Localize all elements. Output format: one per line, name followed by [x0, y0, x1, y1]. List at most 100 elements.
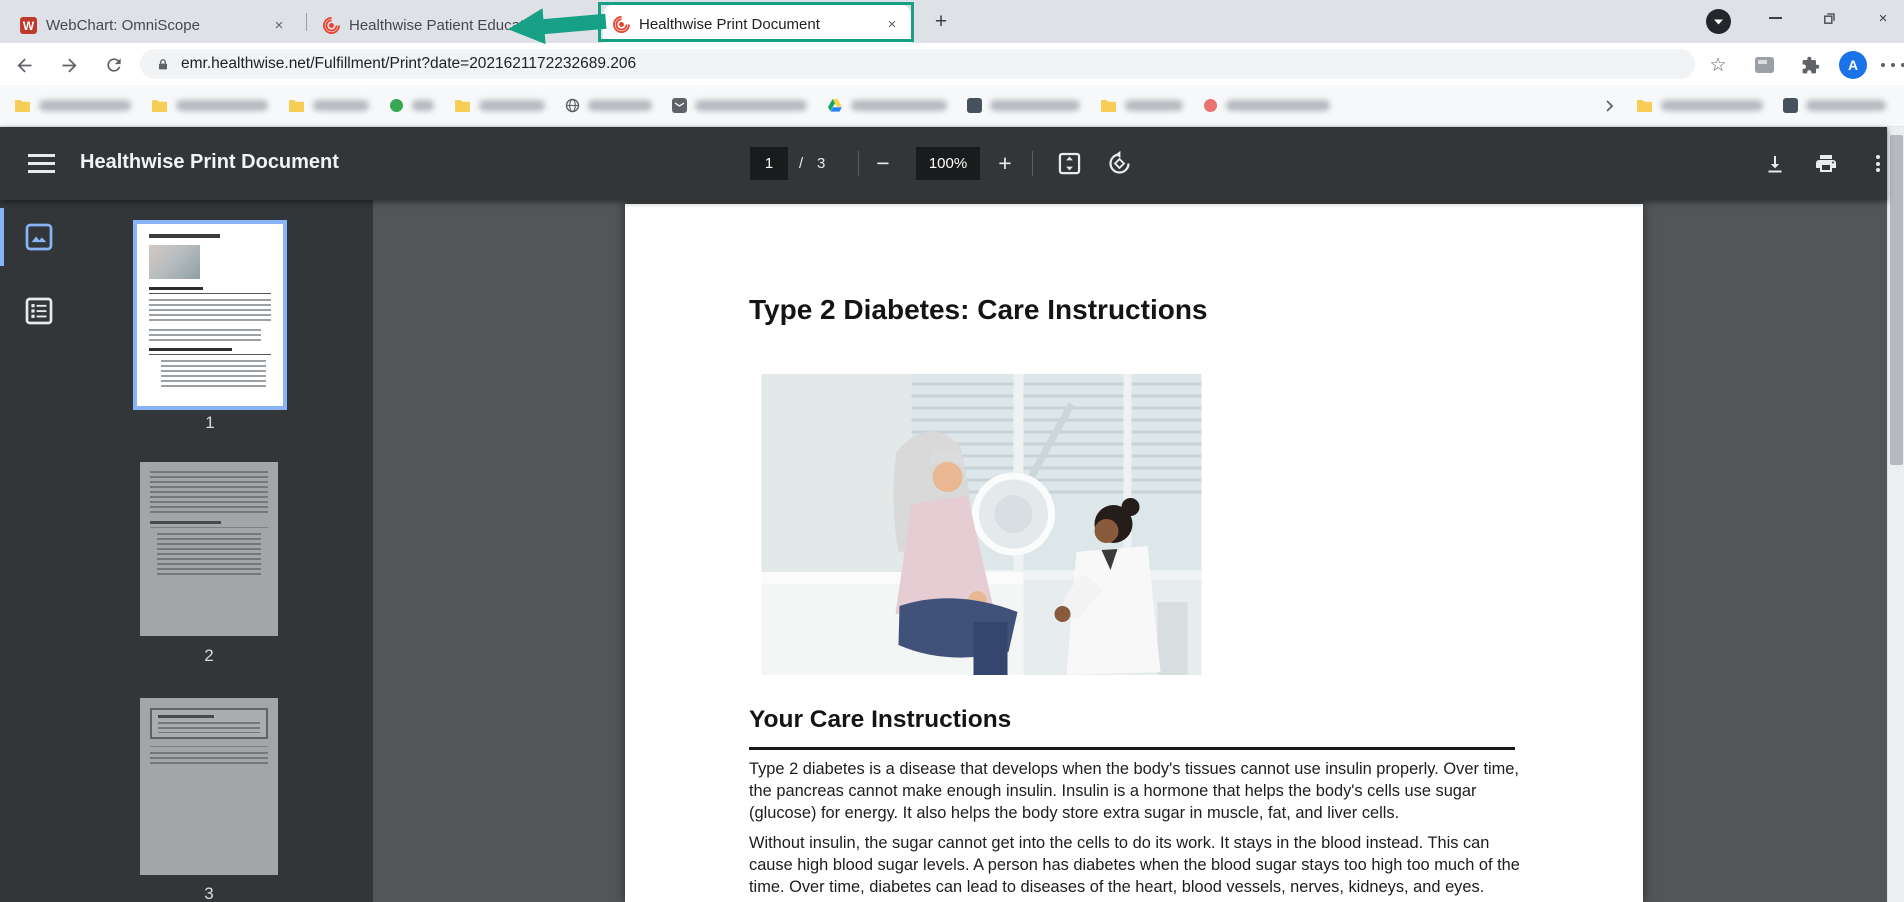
page-thumbnail-3[interactable]: [140, 698, 278, 875]
bookmark-item[interactable]: [454, 98, 545, 113]
restore-icon: [1822, 11, 1837, 26]
document-title: Type 2 Diabetes: Care Instructions: [749, 294, 1208, 326]
thumbnail-page-number: 1: [133, 413, 287, 433]
pdf-document-title: Healthwise Print Document: [80, 151, 339, 174]
print-icon: [1814, 152, 1838, 176]
folder-icon: [454, 98, 471, 113]
password-extension-icon: [1755, 57, 1774, 73]
bookmark-item[interactable]: [1636, 98, 1763, 113]
bookmark-item[interactable]: [967, 98, 1080, 113]
thumbnails-icon: [23, 221, 55, 253]
tab-search-button[interactable]: [1706, 9, 1731, 34]
url-field[interactable]: emr.healthwise.net/Fulfillment/Print?dat…: [140, 49, 1695, 79]
outline-view-button[interactable]: [22, 294, 56, 328]
thumbnail-view-button[interactable]: [22, 220, 56, 254]
globe-icon: [565, 98, 580, 113]
body-paragraph: Without insulin, the sugar cannot get in…: [749, 833, 1526, 898]
bookmark-item[interactable]: [1100, 98, 1183, 113]
toolbar-divider: [858, 151, 859, 176]
url-text: emr.healthwise.net/Fulfillment/Print?dat…: [181, 55, 636, 73]
tab-separator: [306, 13, 307, 31]
download-icon: [1763, 152, 1787, 176]
zoom-in-button[interactable]: +: [988, 147, 1022, 180]
annotation-highlight-box: [598, 2, 914, 42]
page-thumbnail-1[interactable]: [133, 220, 287, 410]
bookmark-item[interactable]: [389, 98, 434, 113]
pdf-more-options-button[interactable]: [1864, 150, 1891, 177]
folder-icon: [1636, 98, 1653, 113]
zoom-out-button[interactable]: −: [866, 147, 900, 180]
address-bar: emr.healthwise.net/Fulfillment/Print?dat…: [0, 43, 1904, 85]
bookmark-item[interactable]: [1203, 98, 1330, 113]
bookmark-item[interactable]: [672, 98, 807, 113]
bookmark-item[interactable]: [288, 98, 369, 113]
body-paragraph: Type 2 diabetes is a disease that develo…: [749, 759, 1526, 824]
minimize-icon: [1769, 17, 1782, 19]
site-favicon-icon: [389, 98, 404, 113]
page-thumbnail-2[interactable]: [140, 462, 278, 636]
chevron-right-icon: [1604, 99, 1616, 113]
fit-to-page-button[interactable]: [1056, 150, 1083, 177]
reload-button[interactable]: [100, 51, 128, 79]
pdf-toolbar: Healthwise Print Document 1 / 3 − 100% +: [0, 127, 1887, 200]
back-icon: [14, 55, 35, 76]
browser-menu-button[interactable]: [1878, 51, 1904, 79]
extension-icon[interactable]: [1749, 51, 1779, 79]
rotate-ccw-icon: [1106, 150, 1133, 177]
bookmark-label-blurred: [1806, 100, 1886, 111]
folder-icon: [288, 98, 305, 113]
bookmark-item[interactable]: [827, 98, 947, 113]
bookmark-star-button[interactable]: ☆: [1703, 51, 1733, 79]
patient-doctor-photo: [761, 374, 1202, 675]
bookmarks-items: [14, 98, 1330, 113]
document-outline-icon: [23, 295, 55, 327]
google-drive-icon: [827, 98, 843, 113]
active-view-indicator: [0, 208, 4, 266]
page-total: 3: [817, 155, 825, 172]
tab-close-icon[interactable]: ×: [270, 17, 288, 35]
download-button[interactable]: [1761, 150, 1788, 177]
fit-page-icon: [1056, 150, 1083, 177]
window-minimize-button[interactable]: [1752, 0, 1798, 36]
site-favicon-icon: [1783, 98, 1798, 113]
bookmark-label-blurred: [695, 100, 807, 111]
bookmarks-overflow-button[interactable]: [1604, 99, 1616, 113]
bookmark-item[interactable]: [565, 98, 652, 113]
thumbnail-page-number: 3: [132, 884, 286, 902]
bookmark-item[interactable]: [14, 98, 131, 113]
bookmark-label-blurred: [1661, 100, 1763, 111]
bookmark-item[interactable]: [151, 98, 268, 113]
bookmark-label-blurred: [479, 100, 545, 111]
bookmark-label-blurred: [1125, 100, 1183, 111]
forward-button[interactable]: [55, 51, 83, 79]
pdf-content-area: 1 2 3: [0, 200, 1887, 902]
window-restore-button[interactable]: [1806, 0, 1852, 36]
folder-icon: [151, 98, 168, 113]
page-number-input[interactable]: 1: [750, 147, 788, 180]
site-favicon-icon: [1203, 98, 1218, 113]
new-tab-button[interactable]: +: [928, 9, 954, 35]
zoom-level-value: 100%: [916, 147, 980, 180]
bookmarks-bar: [0, 85, 1904, 127]
site-favicon-icon: [967, 98, 982, 113]
tab-webchart[interactable]: W WebChart: OmniScope ×: [10, 8, 298, 43]
print-button[interactable]: [1812, 150, 1839, 177]
puzzle-icon: [1801, 56, 1820, 75]
back-button[interactable]: [10, 51, 38, 79]
bookmark-label-blurred: [412, 100, 434, 111]
window-close-button[interactable]: ×: [1860, 0, 1904, 36]
bookmark-label-blurred: [39, 100, 131, 111]
bookmark-item[interactable]: [1783, 98, 1886, 113]
bookmark-label-blurred: [313, 100, 369, 111]
scrollbar-thumb[interactable]: [1890, 135, 1903, 465]
extensions-puzzle-button[interactable]: [1795, 51, 1825, 79]
rotate-button[interactable]: [1106, 150, 1133, 177]
annotation-arrow: [504, 0, 610, 52]
avatar-letter: A: [1839, 51, 1867, 79]
bookmark-label-blurred: [588, 100, 652, 111]
profile-avatar[interactable]: A: [1838, 51, 1868, 79]
bookmark-label-blurred: [851, 100, 947, 111]
pdf-menu-button[interactable]: [28, 154, 55, 178]
bookmarks-overflow-items: [1636, 98, 1886, 113]
vertical-scrollbar[interactable]: [1887, 127, 1904, 902]
